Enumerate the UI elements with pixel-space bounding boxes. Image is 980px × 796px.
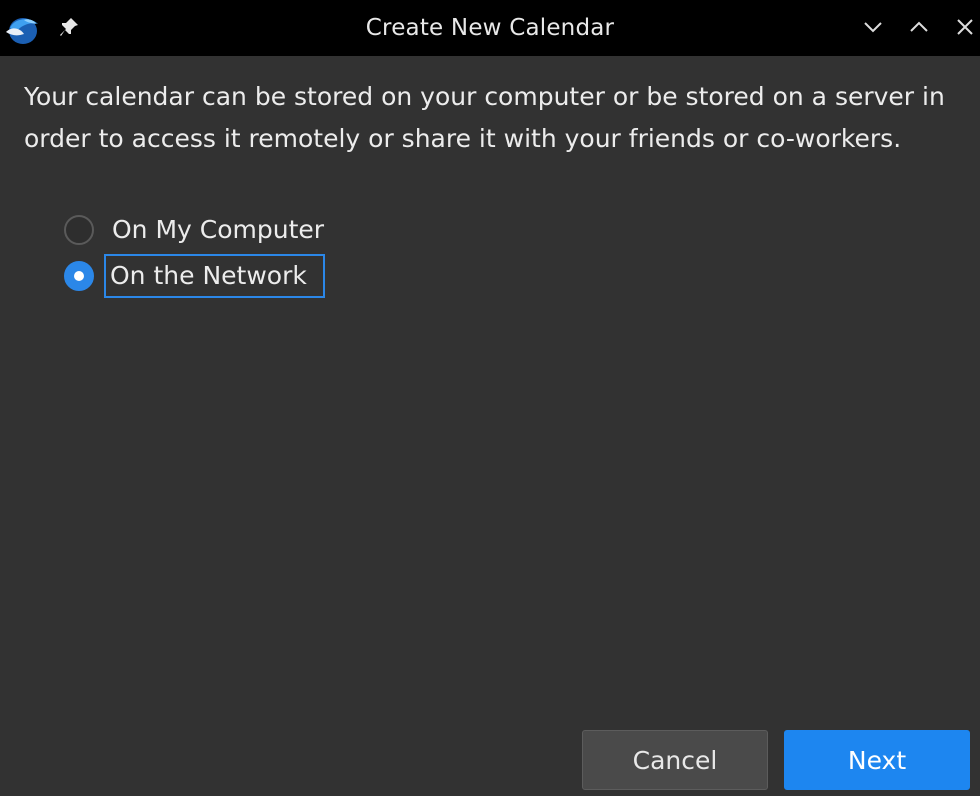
option-label[interactable]: On My Computer bbox=[108, 208, 328, 252]
titlebar[interactable]: Create New Calendar bbox=[0, 0, 980, 56]
next-button[interactable]: Next bbox=[784, 730, 970, 790]
chevron-up-icon[interactable] bbox=[906, 14, 932, 40]
close-icon[interactable] bbox=[952, 14, 978, 40]
chevron-down-icon[interactable] bbox=[860, 14, 886, 40]
dialog-content: Your calendar can be stored on your comp… bbox=[6, 56, 980, 796]
radio-button-checked[interactable] bbox=[64, 261, 94, 291]
dialog-window: Create New Calendar Your calendar can be… bbox=[0, 0, 980, 796]
option-on-the-network[interactable]: On the Network bbox=[64, 254, 325, 298]
description-text: Your calendar can be stored on your comp… bbox=[24, 82, 945, 153]
option-on-my-computer[interactable]: On My Computer bbox=[64, 208, 328, 252]
cancel-button[interactable]: Cancel bbox=[582, 730, 768, 790]
window-title: Create New Calendar bbox=[365, 15, 615, 41]
option-label[interactable]: On the Network bbox=[104, 254, 325, 298]
radio-button-unchecked[interactable] bbox=[64, 215, 94, 245]
